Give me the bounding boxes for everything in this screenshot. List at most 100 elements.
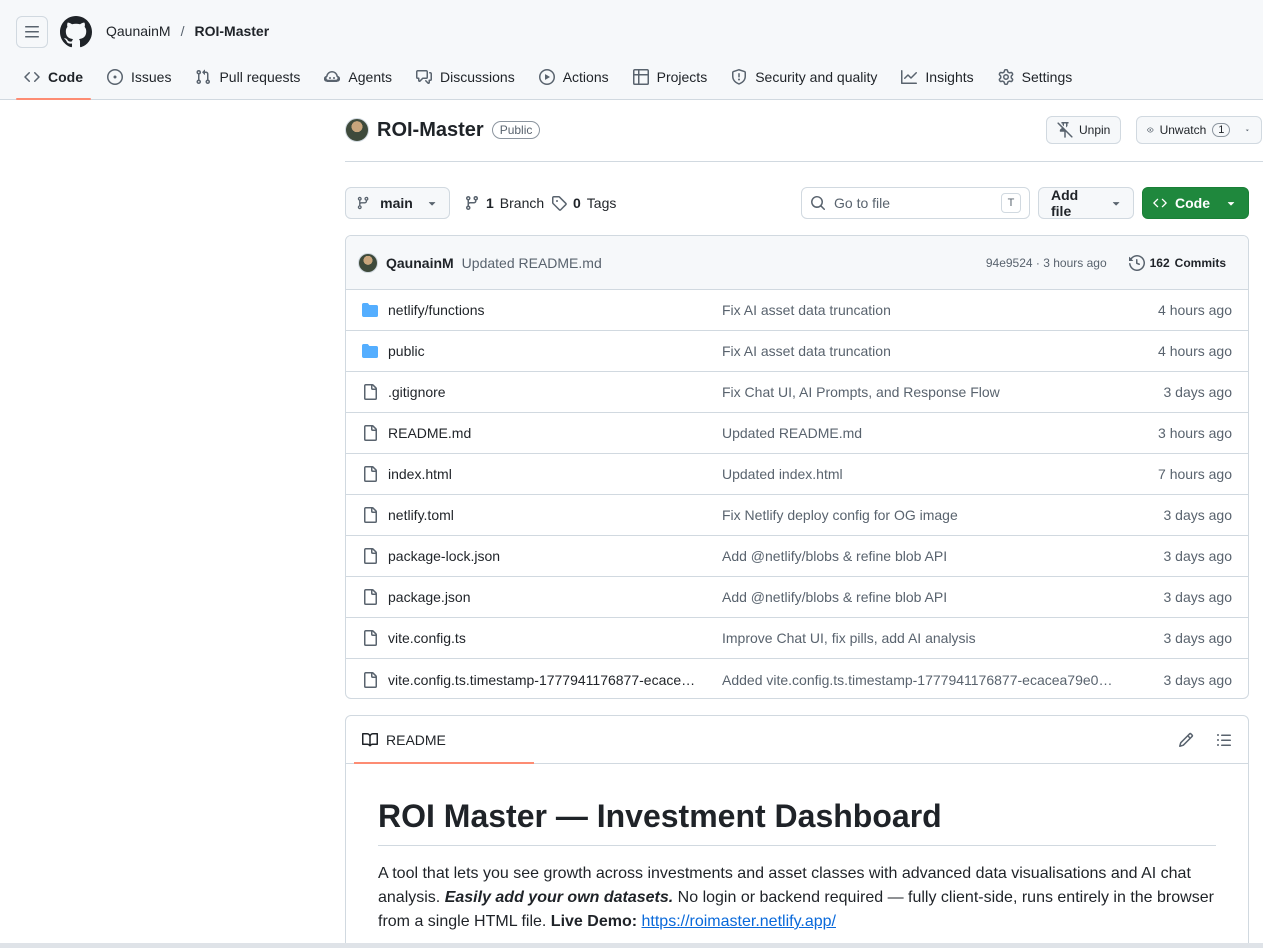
file-commit-message[interactable]: Fix AI asset data truncation — [722, 343, 1158, 359]
tab-discussions[interactable]: Discussions — [408, 60, 523, 94]
file-row[interactable]: README.md Updated README.md 3 hours ago — [346, 413, 1248, 454]
comment-discussion-icon — [416, 70, 432, 84]
branch-selector[interactable]: main — [345, 187, 450, 219]
tab-security-label: Security and quality — [755, 69, 878, 85]
list-unordered-icon[interactable] — [1216, 732, 1232, 748]
file-icon — [362, 384, 388, 400]
file-name[interactable]: netlify.toml — [388, 507, 722, 523]
caret-down-icon — [1112, 202, 1120, 206]
caret-down-icon — [1246, 129, 1250, 132]
table-icon — [632, 69, 649, 85]
unpin-button[interactable]: Unpin — [1046, 116, 1122, 144]
file-commit-message[interactable]: Add @netlify/blobs & refine blob API — [722, 548, 1164, 564]
breadcrumb-owner[interactable]: QaunainM — [106, 23, 171, 39]
visibility-badge: Public — [491, 121, 541, 139]
readme-tab-label: README — [386, 731, 446, 748]
file-commit-message[interactable]: Fix Netlify deploy config for OG image — [722, 507, 1164, 523]
commits-link[interactable]: 162 Commits — [1128, 254, 1226, 271]
file-row[interactable]: vite.config.ts Improve Chat UI, fix pills… — [346, 618, 1248, 659]
file-row[interactable]: public Fix AI asset data truncation 4 hour… — [346, 331, 1248, 372]
commit-sha-time[interactable]: 94e9524 · 3 hours ago — [986, 256, 1107, 270]
tab-issues[interactable]: Issues — [99, 60, 179, 94]
file-icon — [362, 425, 388, 441]
tab-insights-label: Insights — [925, 69, 974, 85]
file-commit-message[interactable]: Improve Chat UI, fix pills, add AI analy… — [722, 630, 1164, 646]
file-icon — [362, 630, 388, 646]
code-icon — [1153, 198, 1167, 208]
file-icon — [362, 671, 388, 688]
github-logo-icon[interactable] — [60, 16, 92, 48]
file-name[interactable]: index.html — [388, 466, 722, 482]
file-name[interactable]: vite.config.ts.timestamp-1777941176877-e… — [388, 672, 722, 688]
folder-icon — [362, 302, 388, 318]
file-row[interactable]: package-lock.json Add @netlify/blobs & re… — [346, 536, 1248, 577]
tab-code-label: Code — [48, 69, 83, 85]
readme-demo-link[interactable]: https://roimaster.netlify.app/ — [642, 913, 836, 930]
readme-emphasis: Easily add your own datasets. — [444, 889, 674, 906]
commit-message[interactable]: Updated README.md — [462, 255, 602, 271]
unpin-label: Unpin — [1079, 123, 1111, 137]
file-commit-message[interactable]: Fix AI asset data truncation — [722, 302, 1158, 318]
file-row[interactable]: index.html Updated index.html 7 hours ago — [346, 454, 1248, 495]
file-name[interactable]: README.md — [388, 425, 722, 441]
tab-readme[interactable]: README — [354, 716, 534, 764]
gear-icon — [998, 69, 1014, 85]
unwatch-label: Unwatch — [1159, 123, 1207, 137]
tab-security[interactable]: Security and quality — [723, 60, 885, 94]
file-commit-date: 3 hours ago — [1158, 425, 1232, 441]
tab-code[interactable]: Code — [16, 60, 91, 100]
file-row[interactable]: .gitignore Fix Chat UI, AI Prompts, and R… — [346, 372, 1248, 413]
tab-pull-requests[interactable]: Pull requests — [187, 60, 308, 94]
menu-button[interactable] — [16, 16, 48, 48]
file-name[interactable]: netlify/functions — [388, 302, 722, 318]
file-name[interactable]: vite.config.ts — [388, 630, 722, 646]
go-to-file-input[interactable]: Go to file T — [801, 187, 1030, 219]
file-icon — [362, 466, 388, 482]
file-commit-message[interactable]: Fix Chat UI, AI Prompts, and Response Fl… — [722, 384, 1164, 400]
file-commit-message[interactable]: Add @netlify/blobs & refine blob API — [722, 589, 1164, 605]
unwatch-button[interactable]: Unwatch 1 — [1136, 116, 1262, 144]
file-name[interactable]: public — [388, 343, 722, 359]
breadcrumb-separator: / — [180, 23, 185, 39]
readme-content: ROI Master — Investment Dashboard A tool… — [346, 764, 1248, 934]
owner-avatar[interactable] — [345, 118, 369, 142]
file-row[interactable]: vite.config.ts.timestamp-1777941176877-e… — [346, 659, 1248, 698]
file-name[interactable]: package-lock.json — [388, 548, 722, 564]
tags-link[interactable]: 0 Tags — [551, 195, 616, 211]
file-row[interactable]: netlify.toml Fix Netlify deploy config fo… — [346, 495, 1248, 536]
readme-header: README — [346, 716, 1248, 764]
repo-nav: Code Issues Pull requests Agents Discuss… — [16, 60, 1088, 100]
code-button-label: Code — [1175, 195, 1210, 211]
tab-settings[interactable]: Settings — [990, 60, 1081, 94]
breadcrumb-repo[interactable]: ROI-Master — [194, 23, 269, 39]
pencil-icon[interactable] — [1178, 732, 1194, 748]
folder-icon — [362, 343, 388, 359]
tab-projects-label: Projects — [656, 69, 708, 85]
commit-author[interactable]: QaunainM — [386, 255, 454, 271]
file-row[interactable]: package.json Add @netlify/blobs & refine … — [346, 577, 1248, 618]
file-name[interactable]: package.json — [388, 589, 722, 605]
file-commit-message[interactable]: Updated README.md — [722, 425, 1158, 441]
add-file-label: Add file — [1051, 187, 1079, 219]
branches-link[interactable]: 1 Branch — [464, 195, 544, 211]
tag-icon — [552, 196, 567, 211]
file-commit-message[interactable]: Added vite.config.ts.timestamp-177794117… — [722, 672, 1164, 688]
tab-actions[interactable]: Actions — [531, 60, 617, 94]
graph-icon — [901, 70, 918, 84]
commit-author-avatar[interactable] — [358, 252, 378, 273]
file-name[interactable]: .gitignore — [388, 384, 722, 400]
file-row[interactable]: netlify/functions Fix AI asset data trunc… — [346, 290, 1248, 331]
file-commit-message[interactable]: Updated index.html — [722, 466, 1158, 482]
tab-projects[interactable]: Projects — [625, 60, 716, 94]
add-file-button[interactable]: Add file — [1038, 187, 1134, 219]
go-to-file-placeholder: Go to file — [834, 195, 891, 211]
git-pull-request-icon — [196, 69, 211, 85]
file-browser: QaunainM Updated README.md 94e9524 · 3 h… — [345, 235, 1249, 699]
watch-counter: 1 — [1212, 123, 1231, 137]
readme-demo-label: Live Demo: — [550, 913, 638, 930]
tab-agents[interactable]: Agents — [316, 60, 400, 94]
code-button[interactable]: Code — [1142, 187, 1249, 219]
repo-name[interactable]: ROI-Master — [377, 119, 484, 142]
tab-insights[interactable]: Insights — [893, 60, 981, 94]
file-icon — [362, 548, 388, 564]
